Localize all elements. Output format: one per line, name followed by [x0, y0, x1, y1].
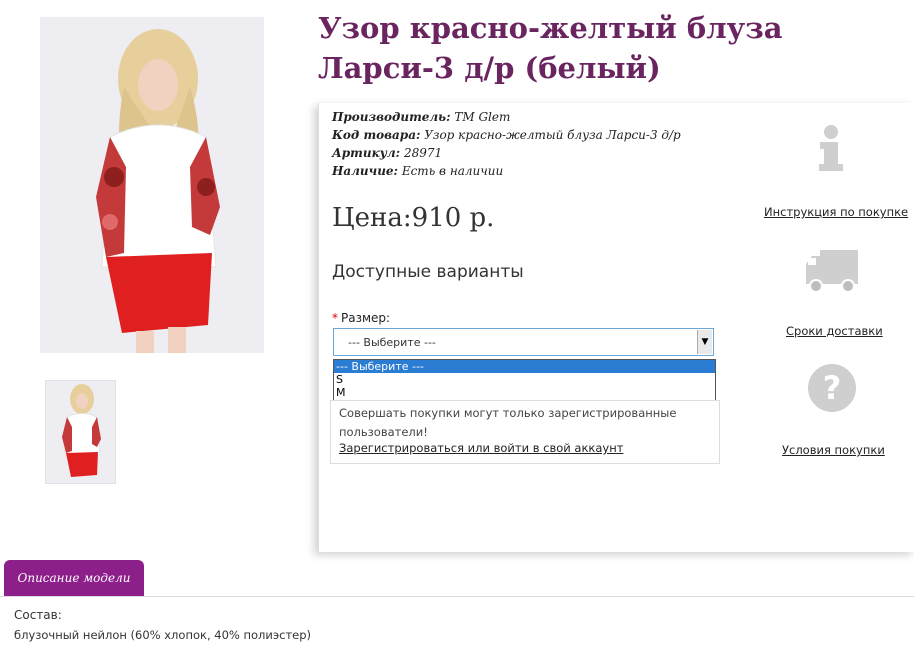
size-label-text: Размер: [341, 311, 391, 325]
login-notice-text: Совершать покупки могут только зарегистр… [339, 406, 677, 439]
product-title: Узор красно-желтый блуза Ларси-3 д/р (бе… [318, 11, 783, 85]
availability-label: Наличие: [332, 164, 398, 178]
tab-divider [0, 596, 914, 597]
svg-text:?: ? [823, 369, 842, 407]
manufacturer-line: Производитель: ТМ Glem [332, 110, 510, 124]
product-code-value: Узор красно-желтый блуза Ларси-3 д/р [424, 128, 681, 142]
register-login-link[interactable]: Зарегистрироваться или войти в свой акка… [339, 441, 623, 455]
sku-line: Артикул: 28971 [332, 146, 442, 160]
info-icon [816, 124, 846, 176]
instruction-link[interactable]: Инструкция по покупке [764, 205, 908, 219]
availability-value: Есть в наличии [401, 164, 504, 178]
question-icon: ? [806, 362, 858, 418]
product-thumbnail[interactable] [45, 380, 116, 484]
size-select-value: --- Выберите --- [348, 336, 436, 349]
sku-label: Артикул: [332, 146, 401, 160]
chevron-down-icon[interactable]: ▼ [697, 330, 712, 354]
manufacturer-label: Производитель: [332, 110, 451, 124]
size-option[interactable]: S [334, 373, 715, 386]
product-code-line: Код товара: Узор красно-желтый блуза Лар… [332, 128, 681, 142]
login-notice: Совершать покупки могут только зарегистр… [330, 400, 720, 464]
delivery-link[interactable]: Сроки доставки [786, 324, 883, 338]
terms-link[interactable]: Условия покупки [782, 443, 885, 457]
composition-text: блузочный нейлон (60% хлопок, 40% полиэс… [14, 628, 312, 642]
variants-heading: Доступные варианты [332, 262, 524, 282]
size-dropdown-list[interactable]: --- Выберите --- S M [333, 359, 716, 402]
size-select[interactable]: --- Выберите --- ▼ [333, 328, 714, 356]
tab-description[interactable]: Описание модели [4, 560, 144, 596]
size-option[interactable]: --- Выберите --- [334, 360, 715, 373]
size-label: * Размер: [332, 311, 390, 325]
availability-line: Наличие: Есть в наличии [332, 164, 503, 178]
size-option[interactable]: M [334, 386, 715, 399]
sku-value: 28971 [403, 146, 443, 160]
required-mark: * [332, 311, 338, 325]
product-price: Цена:910 р. [332, 203, 495, 233]
manufacturer-value: ТМ Glem [454, 110, 511, 124]
truck-icon [804, 248, 860, 298]
composition-label: Состав: [14, 608, 62, 622]
product-main-image[interactable] [40, 17, 264, 353]
product-code-label: Код товара: [332, 128, 421, 142]
